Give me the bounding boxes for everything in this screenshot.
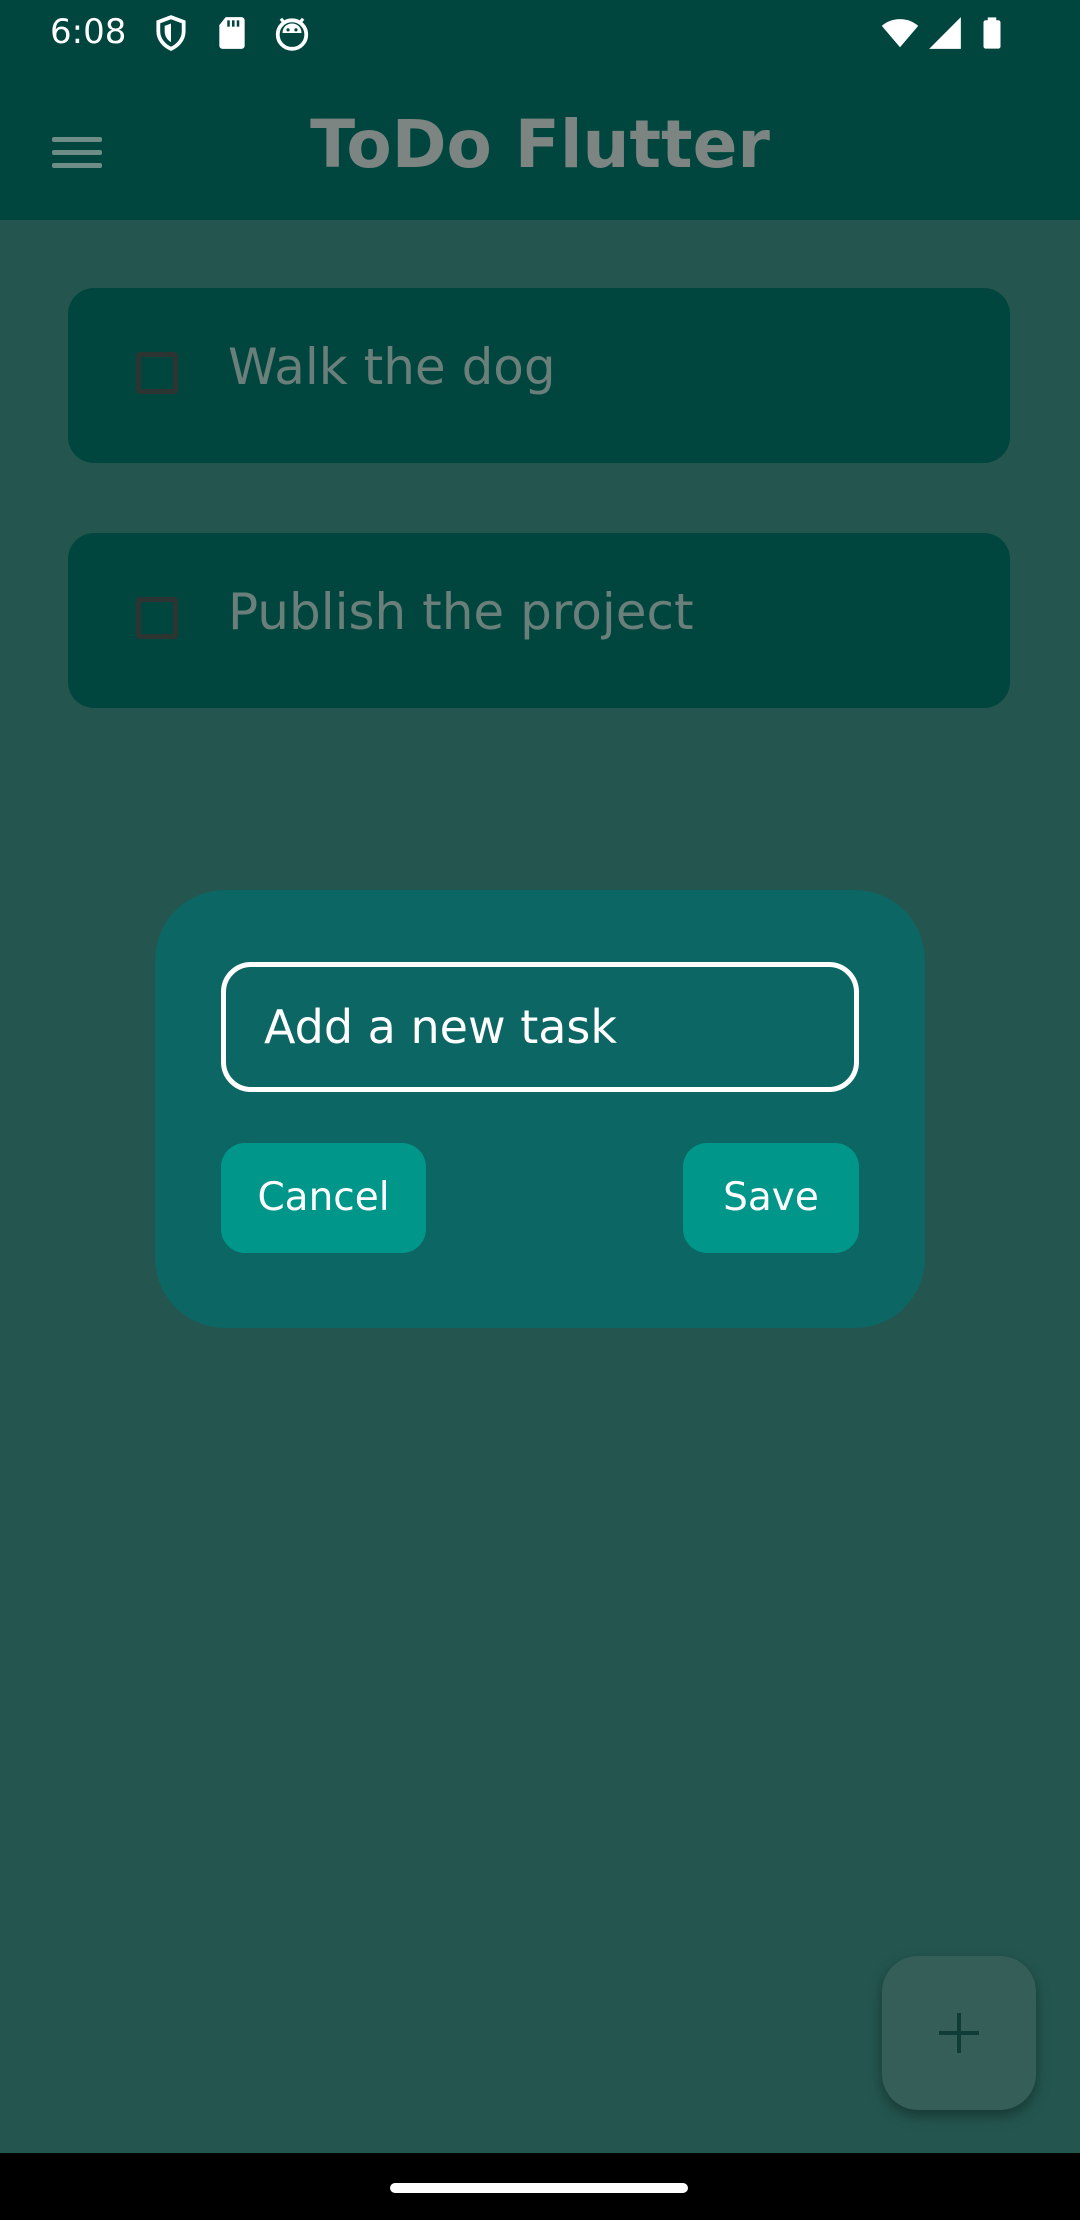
system-navigation-bar: [0, 2153, 1080, 2220]
task-checkbox[interactable]: [136, 352, 178, 394]
shield-icon: [156, 15, 186, 51]
status-bar: 6:08: [0, 0, 1080, 66]
task-label: Walk the dog: [228, 338, 556, 396]
task-card[interactable]: Walk the dog: [68, 288, 1010, 463]
app-bar: ToDo Flutter: [0, 66, 1080, 220]
page-title: ToDo Flutter: [310, 106, 770, 183]
task-label: Publish the project: [228, 583, 694, 641]
status-time: 6:08: [50, 12, 127, 52]
wifi-icon: [881, 19, 919, 48]
signal-icon: [929, 17, 961, 49]
save-button[interactable]: Save: [683, 1143, 859, 1253]
app-screen: 6:08 ToDo Flutter Walk the dog Publish t…: [0, 0, 1080, 2220]
cancel-button[interactable]: Cancel: [221, 1143, 426, 1253]
battery-icon: [983, 17, 1001, 49]
add-task-dialog: Cancel Save: [155, 890, 925, 1328]
task-card[interactable]: Publish the project: [68, 533, 1010, 708]
home-gesture-handle[interactable]: [390, 2183, 688, 2193]
task-checkbox[interactable]: [136, 597, 178, 639]
plus-icon-bar: [957, 2013, 961, 2053]
sd-card-icon: [219, 17, 245, 49]
android-debug-icon: [275, 17, 309, 51]
add-task-fab[interactable]: [882, 1956, 1036, 2110]
new-task-input[interactable]: [221, 962, 859, 1092]
